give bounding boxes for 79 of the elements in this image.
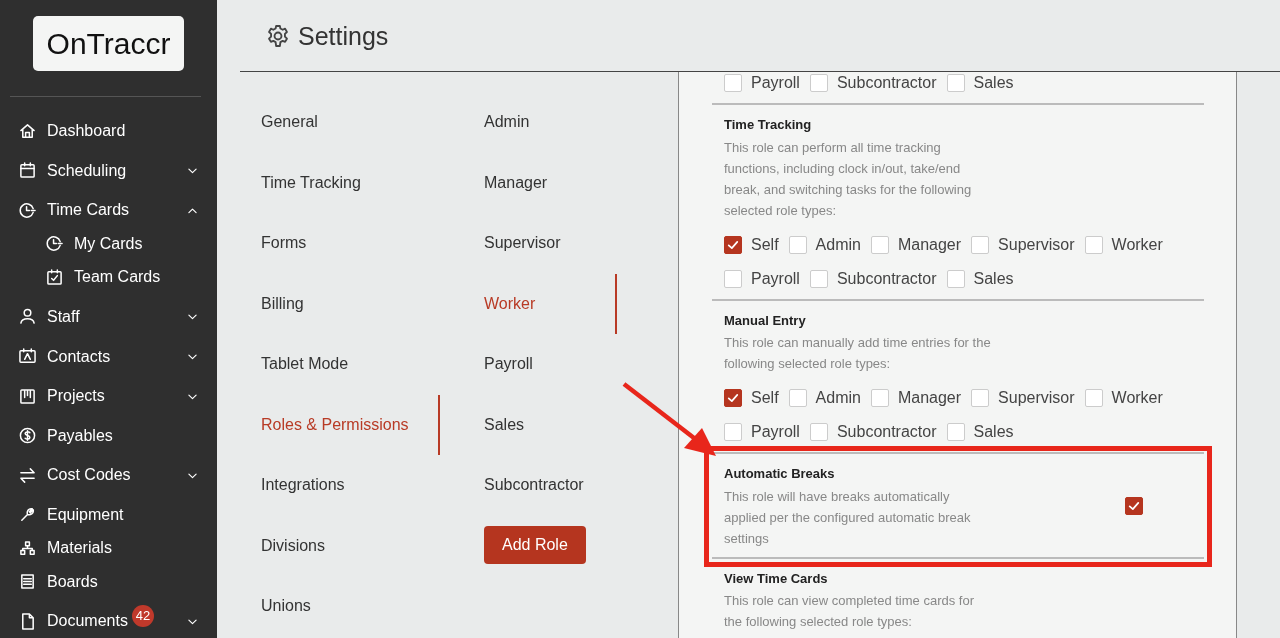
sidebar-item[interactable]: Boards [0,564,217,599]
sidebar-item[interactable]: Equipment [0,497,217,532]
settings-menu-item[interactable]: Forms [217,213,440,274]
checkbox-label: Admin [815,388,861,408]
checkbox-label: Payroll [751,268,800,289]
settings-menu-item[interactable]: Billing [217,273,440,334]
settings-icon [266,23,290,48]
document-icon [19,612,36,630]
home-icon [19,122,36,140]
checkbox-label: Sales [973,73,1014,93]
count-badge: 42 [131,605,154,628]
checkbox-label: Self [751,388,779,408]
settings-menu-item[interactable]: Roles & Permissions [217,394,440,455]
sidebar-item[interactable]: Contacts [0,339,217,374]
settings-menu-item[interactable]: Unions [217,576,440,637]
permission-title: Time Tracking [724,116,813,134]
sidebar-item[interactable]: Projects [0,379,217,413]
checkbox-label: Supervisor [998,234,1075,255]
board-icon [19,573,36,591]
checkbox[interactable] [724,389,742,407]
logo-text: OnTraccr [46,25,171,62]
sidebar-subitem[interactable]: My Cards [0,227,217,261]
sidebar-item[interactable]: Scheduling [0,154,217,188]
checkbox-label: Manager [897,388,962,408]
permission-description: This role will have breaks automatically applied per the configured automatic break settings [724,487,972,548]
role-item[interactable]: Supervisor [440,213,617,274]
checkbox[interactable] [724,235,742,254]
checkbox-label: Payroll [751,73,800,93]
settings-menu-item[interactable]: Divisions [217,515,440,576]
permission-description: This role can manually add time entries for the following selected role types: [724,334,992,373]
checkbox-label: Worker [1111,388,1163,408]
checkbox-label: Worker [1111,234,1163,255]
dollar-circle-icon [19,427,36,445]
sidebar-item[interactable]: Materials [0,531,217,565]
checkbox-label: Supervisor [998,388,1075,408]
role-item[interactable]: Admin [440,92,617,153]
check-icon [726,391,740,405]
sidebar-item[interactable]: Cost Codes [0,458,217,492]
settings-menu-item[interactable]: Integrations [217,455,440,516]
sidebar-item[interactable]: Documents 42 [0,604,217,638]
checkbox-label: Manager [897,234,962,255]
contact-card-icon [19,348,36,365]
settings-menu-item[interactable]: General [217,92,440,153]
checkbox-label: Admin [815,234,861,255]
add-role-button[interactable]: Add Role [484,525,586,564]
role-item[interactable]: Subcontractor [440,455,617,516]
sidebar-item[interactable]: Staff [0,300,217,334]
permission-title: Automatic Breaks [724,465,836,483]
checkbox-label: Payroll [751,422,800,442]
boxes-icon [19,539,36,557]
board-columns-icon [19,387,36,405]
checkbox-label: Subcontractor [836,422,937,442]
page-title: Settings [298,20,389,51]
calendar-check-icon [46,268,63,286]
sidebar-subitem[interactable]: Team Cards [0,260,217,295]
role-item[interactable]: Sales [440,394,617,455]
permission-description: This role can perform all time tracking functions, including clock in/out, take/end break, and switching tasks for the following selected role types: [724,138,973,220]
swap-arrows-icon [19,466,36,484]
checkbox-label: Sales [973,422,1014,442]
role-item[interactable]: Payroll [440,334,617,395]
role-item[interactable]: Worker [440,273,617,334]
clock-icon [19,201,36,219]
checkbox-label: Self [751,234,779,255]
role-item[interactable]: Manager [440,152,617,213]
person-icon [19,308,36,326]
settings-menu-item[interactable]: Time Tracking [217,152,440,213]
sidebar-item[interactable]: Payables [0,418,217,453]
checkbox-label: Subcontractor [836,73,937,93]
checkbox[interactable] [1125,497,1143,516]
checkbox-label: Sales [973,268,1014,289]
sidebar-item[interactable]: Dashboard [0,114,217,149]
permission-title: View Time Cards [724,569,829,588]
checkbox-label: Subcontractor [836,268,937,289]
settings-menu-item[interactable]: Tablet Mode [217,334,440,395]
clock-icon [46,235,63,253]
sidebar-item[interactable]: Time Cards [0,193,217,228]
calendar-icon [19,162,36,180]
permission-description: This role can view completed time cards for the following selected role types: [724,592,975,631]
permission-title: Manual Entry [724,311,807,330]
